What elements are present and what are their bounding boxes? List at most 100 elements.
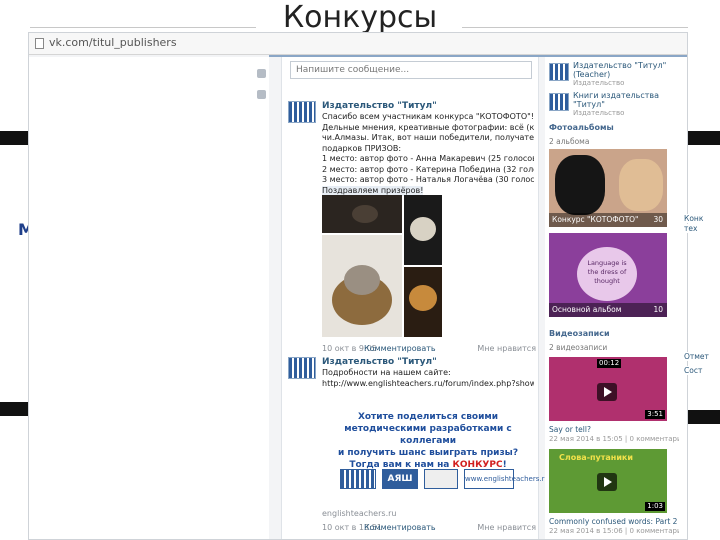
edge-fragment: тех (684, 224, 720, 233)
album-count: 10 (653, 305, 663, 314)
post-line: подарков ПРИЗОВ: (322, 143, 402, 153)
attachment-link[interactable]: englishteachers.ru (322, 509, 396, 518)
side-icons (257, 69, 269, 111)
post-text: Подробности на нашем сайте: http://www.e… (322, 368, 534, 389)
cat-shape (410, 217, 436, 241)
video-thumb[interactable]: 00:12 3:51 (549, 357, 667, 421)
photo-cat-3[interactable] (404, 267, 442, 337)
album-thumb[interactable]: Конкурс "КОТОФОТО" 30 (549, 149, 667, 227)
title-rule-right (462, 27, 688, 28)
group-avatar (549, 63, 569, 81)
post-link-row: englishteachers.ru (322, 509, 536, 521)
post-input[interactable]: Напишите сообщение... (290, 61, 532, 79)
album-title: Основной альбом (552, 305, 622, 314)
album-count: 30 (653, 215, 663, 224)
album-graphic-line: Language is (587, 259, 627, 267)
photo-cat-basket[interactable] (322, 235, 402, 337)
wall-post-2: Издательство "Титул" Подробности на наше… (282, 357, 549, 539)
album-caption: Основной альбом 10 (549, 303, 667, 317)
group-avatar (549, 93, 569, 111)
camera-icon[interactable] (257, 69, 266, 78)
left-edge-marker (0, 131, 30, 145)
post-line: 2 место: автор фото - Катерина Победина … (322, 164, 534, 174)
edge-fragment: Сост (684, 366, 720, 375)
post-footer: 10 окт в 13:51 Комментировать Мне нравит… (322, 523, 536, 535)
edge-fragment: Отмет (684, 352, 720, 361)
album-cat-shape-2 (619, 159, 663, 211)
album-thumb[interactable]: Language is the dress of thought Основно… (549, 233, 667, 317)
videos-header[interactable]: Видеозаписи (549, 329, 610, 338)
video-overlay-time: 00:12 (597, 359, 622, 368)
post-link[interactable]: http://www.englishteachers.ru/forum/inde… (322, 379, 534, 390)
group-sub: Издательство (573, 79, 625, 87)
play-icon[interactable] (597, 473, 617, 491)
group-name[interactable]: Книги издательства "Титул" (573, 91, 687, 109)
post-line: Подробности на нашем сайте: (322, 368, 451, 377)
like-button[interactable]: Мне нравится (477, 344, 536, 353)
ayash-logo: АЯШ (382, 469, 418, 489)
address-bar[interactable]: vk.com/titul_publishers (29, 33, 687, 55)
photo-collage (322, 195, 442, 337)
right-edge-marker (688, 131, 720, 145)
group-link[interactable]: Книги издательства "Титул" Издательство (549, 91, 687, 117)
post-text: Спасибо всем участникам конкурса "КОТОФО… (322, 112, 534, 196)
photo-cat-1[interactable] (322, 195, 402, 233)
englishteachers-logo: www.englishteachers.ru (464, 469, 549, 489)
like-button[interactable]: Мне нравится (477, 523, 536, 532)
videos-count: 2 видеозаписи (549, 343, 608, 352)
cat-shape (409, 285, 437, 311)
browser-screenshot: vk.com/titul_publishers Напишите сообщен… (28, 32, 688, 540)
wall-post-1: Издательство "Титул" Спасибо всем участн… (282, 101, 540, 371)
banner-line: и получить шанс выиграть призы? (337, 448, 519, 458)
video-title[interactable]: Commonly confused words: Part 2 (549, 517, 677, 526)
video-title[interactable]: Say or tell? (549, 425, 677, 434)
post-footer: 10 окт в 9:05 Комментировать Мне нравитс… (322, 344, 536, 356)
edge-fragment: Конк (684, 214, 720, 223)
cat-shape (352, 205, 378, 223)
post-line: Дельные мнения, креативные фотографии: в… (322, 122, 534, 132)
url-text[interactable]: vk.com/titul_publishers (49, 36, 177, 49)
album-title: Конкурс "КОТОФОТО" (552, 215, 639, 224)
post-line: 3 место: автор фото - Наталья Логачёва (… (322, 175, 534, 184)
video-duration: 3:51 (645, 410, 665, 419)
post-line: чи.Алмазы. Итак, вот наши победители, по… (322, 133, 534, 142)
avatar[interactable] (288, 101, 316, 123)
left-edge-marker-2 (0, 402, 30, 416)
album-cat-shape (555, 155, 605, 215)
album-graphic-line: thought (594, 277, 620, 285)
magazine-logo (424, 469, 458, 489)
post-author[interactable]: Издательство "Титул" (322, 101, 437, 111)
post-author[interactable]: Издательство "Титул" (322, 357, 437, 367)
banner-line: Хотите поделиться своими (357, 412, 499, 422)
video-meta: 22 мая 2014 в 15:06 | 0 комментариев (549, 527, 679, 535)
video-overlay-title: Слова-путаники (559, 453, 633, 462)
group-sub: Издательство (573, 109, 625, 117)
album-graphic: Language is the dress of thought (577, 247, 637, 301)
video-thumb[interactable]: Слова-путаники 1:03 (549, 449, 667, 513)
comment-link[interactable]: Комментировать (364, 523, 436, 532)
titul-logo (340, 469, 376, 489)
group-name[interactable]: Издательство "Титул" (Teacher) (573, 61, 687, 79)
video-duration: 1:03 (645, 502, 665, 511)
contest-banner[interactable]: Хотите поделиться своими методическими р… (322, 411, 549, 521)
right-sidebar: Издательство "Титул" (Teacher) Издательс… (545, 57, 687, 539)
albums-header[interactable]: Фотоальбомы (549, 123, 614, 132)
comment-link[interactable]: Комментировать (364, 344, 436, 353)
wall-feed: Напишите сообщение... Издательство "Титу… (281, 57, 549, 539)
album-graphic-line: the dress of (587, 268, 627, 276)
slide-title: Конкурсы (282, 0, 438, 35)
post-line: 1 место: автор фото - Анна Макаревич (25… (322, 154, 534, 163)
partner-logos: АЯШ www.englishteachers.ru (340, 469, 549, 489)
right-edge-marker-2 (688, 410, 720, 424)
album-caption: Конкурс "КОТОФОТО" 30 (549, 213, 667, 227)
play-icon[interactable] (597, 383, 617, 401)
left-blank-column (29, 57, 269, 539)
avatar[interactable] (288, 357, 316, 379)
speech-icon[interactable] (257, 90, 266, 99)
banner-line: методическими разработками с коллегами (344, 424, 512, 446)
cat-shape (344, 265, 380, 295)
page-icon (35, 38, 44, 49)
group-link[interactable]: Издательство "Титул" (Teacher) Издательс… (549, 61, 687, 87)
photo-cat-2[interactable] (404, 195, 442, 265)
post-line: Спасибо всем участникам конкурса "КОТОФО… (322, 112, 534, 121)
